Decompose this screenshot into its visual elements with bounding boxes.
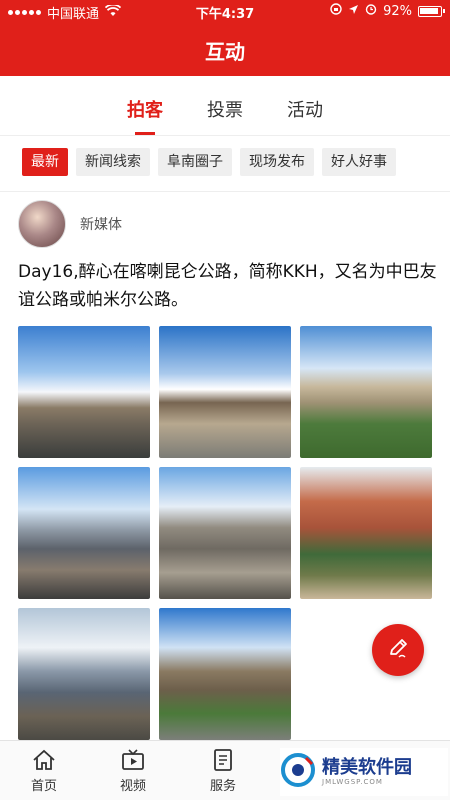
home-icon	[31, 747, 57, 773]
avatar[interactable]	[18, 200, 66, 248]
service-icon	[210, 747, 236, 773]
chip-latest[interactable]: 最新	[22, 148, 68, 176]
chip-live-post[interactable]: 现场发布	[240, 148, 314, 176]
photo-thumbnail[interactable]	[159, 608, 291, 740]
page-title: 互动	[205, 40, 245, 64]
author-name: 新媒体	[80, 217, 122, 233]
status-bar: 中国联通 下午4:37 92%	[0, 0, 450, 24]
tab-activity[interactable]: 活动	[287, 76, 323, 135]
tab-paike[interactable]: 拍客	[127, 76, 163, 135]
nav-video[interactable]: 视频	[103, 747, 163, 794]
nav-video-label: 视频	[119, 779, 146, 794]
chip-news-tips[interactable]: 新闻线索	[76, 148, 150, 176]
chip-good-deeds[interactable]: 好人好事	[322, 148, 396, 176]
photo-thumbnail[interactable]	[18, 608, 150, 740]
nav-service[interactable]: 服务	[193, 747, 253, 794]
battery-percent: 92%	[383, 3, 412, 19]
watermark: 精美软件园 JMLWGSP.COM	[280, 748, 448, 796]
photo-thumbnail[interactable]	[300, 326, 432, 458]
photo-thumbnail[interactable]	[18, 326, 150, 458]
photo-thumbnail[interactable]	[159, 326, 291, 458]
photo-thumbnail[interactable]	[18, 467, 150, 599]
post-author[interactable]: 新媒体	[18, 200, 122, 248]
video-icon	[120, 747, 146, 773]
app-header: 中国联通 下午4:37 92% 互动	[0, 0, 450, 76]
photo-thumbnail[interactable]	[159, 467, 291, 599]
location-icon	[348, 4, 359, 19]
watermark-sub: JMLWGSP.COM	[322, 778, 383, 786]
top-tabs: 拍客 投票 活动	[0, 76, 450, 136]
post-text[interactable]: Day16,醉心在喀喇昆仑公路，简称KKH，又名为中巴友谊公路或帕米尔公路。	[18, 258, 438, 314]
orientation-lock-icon	[330, 3, 342, 19]
watermark-text: 精美软件园	[322, 757, 412, 778]
divider	[0, 191, 450, 192]
battery-icon	[418, 5, 445, 17]
chip-funan-circle[interactable]: 阜南圈子	[158, 148, 232, 176]
nav-home[interactable]: 首页	[14, 747, 74, 794]
nav-home-label: 首页	[30, 779, 57, 794]
alarm-icon	[365, 3, 377, 19]
compose-button[interactable]	[372, 624, 424, 676]
tab-vote[interactable]: 投票	[207, 76, 243, 135]
watermark-text-block: 精美软件园 JMLWGSP.COM	[322, 757, 412, 787]
pencil-icon	[385, 635, 411, 665]
photo-thumbnail[interactable]	[300, 467, 432, 599]
filter-chips: 最新 新闻线索 阜南圈子 现场发布 好人好事	[0, 148, 450, 178]
nav-service-label: 服务	[209, 779, 236, 794]
watermark-logo-icon	[280, 752, 316, 792]
status-right: 92%	[330, 3, 445, 19]
